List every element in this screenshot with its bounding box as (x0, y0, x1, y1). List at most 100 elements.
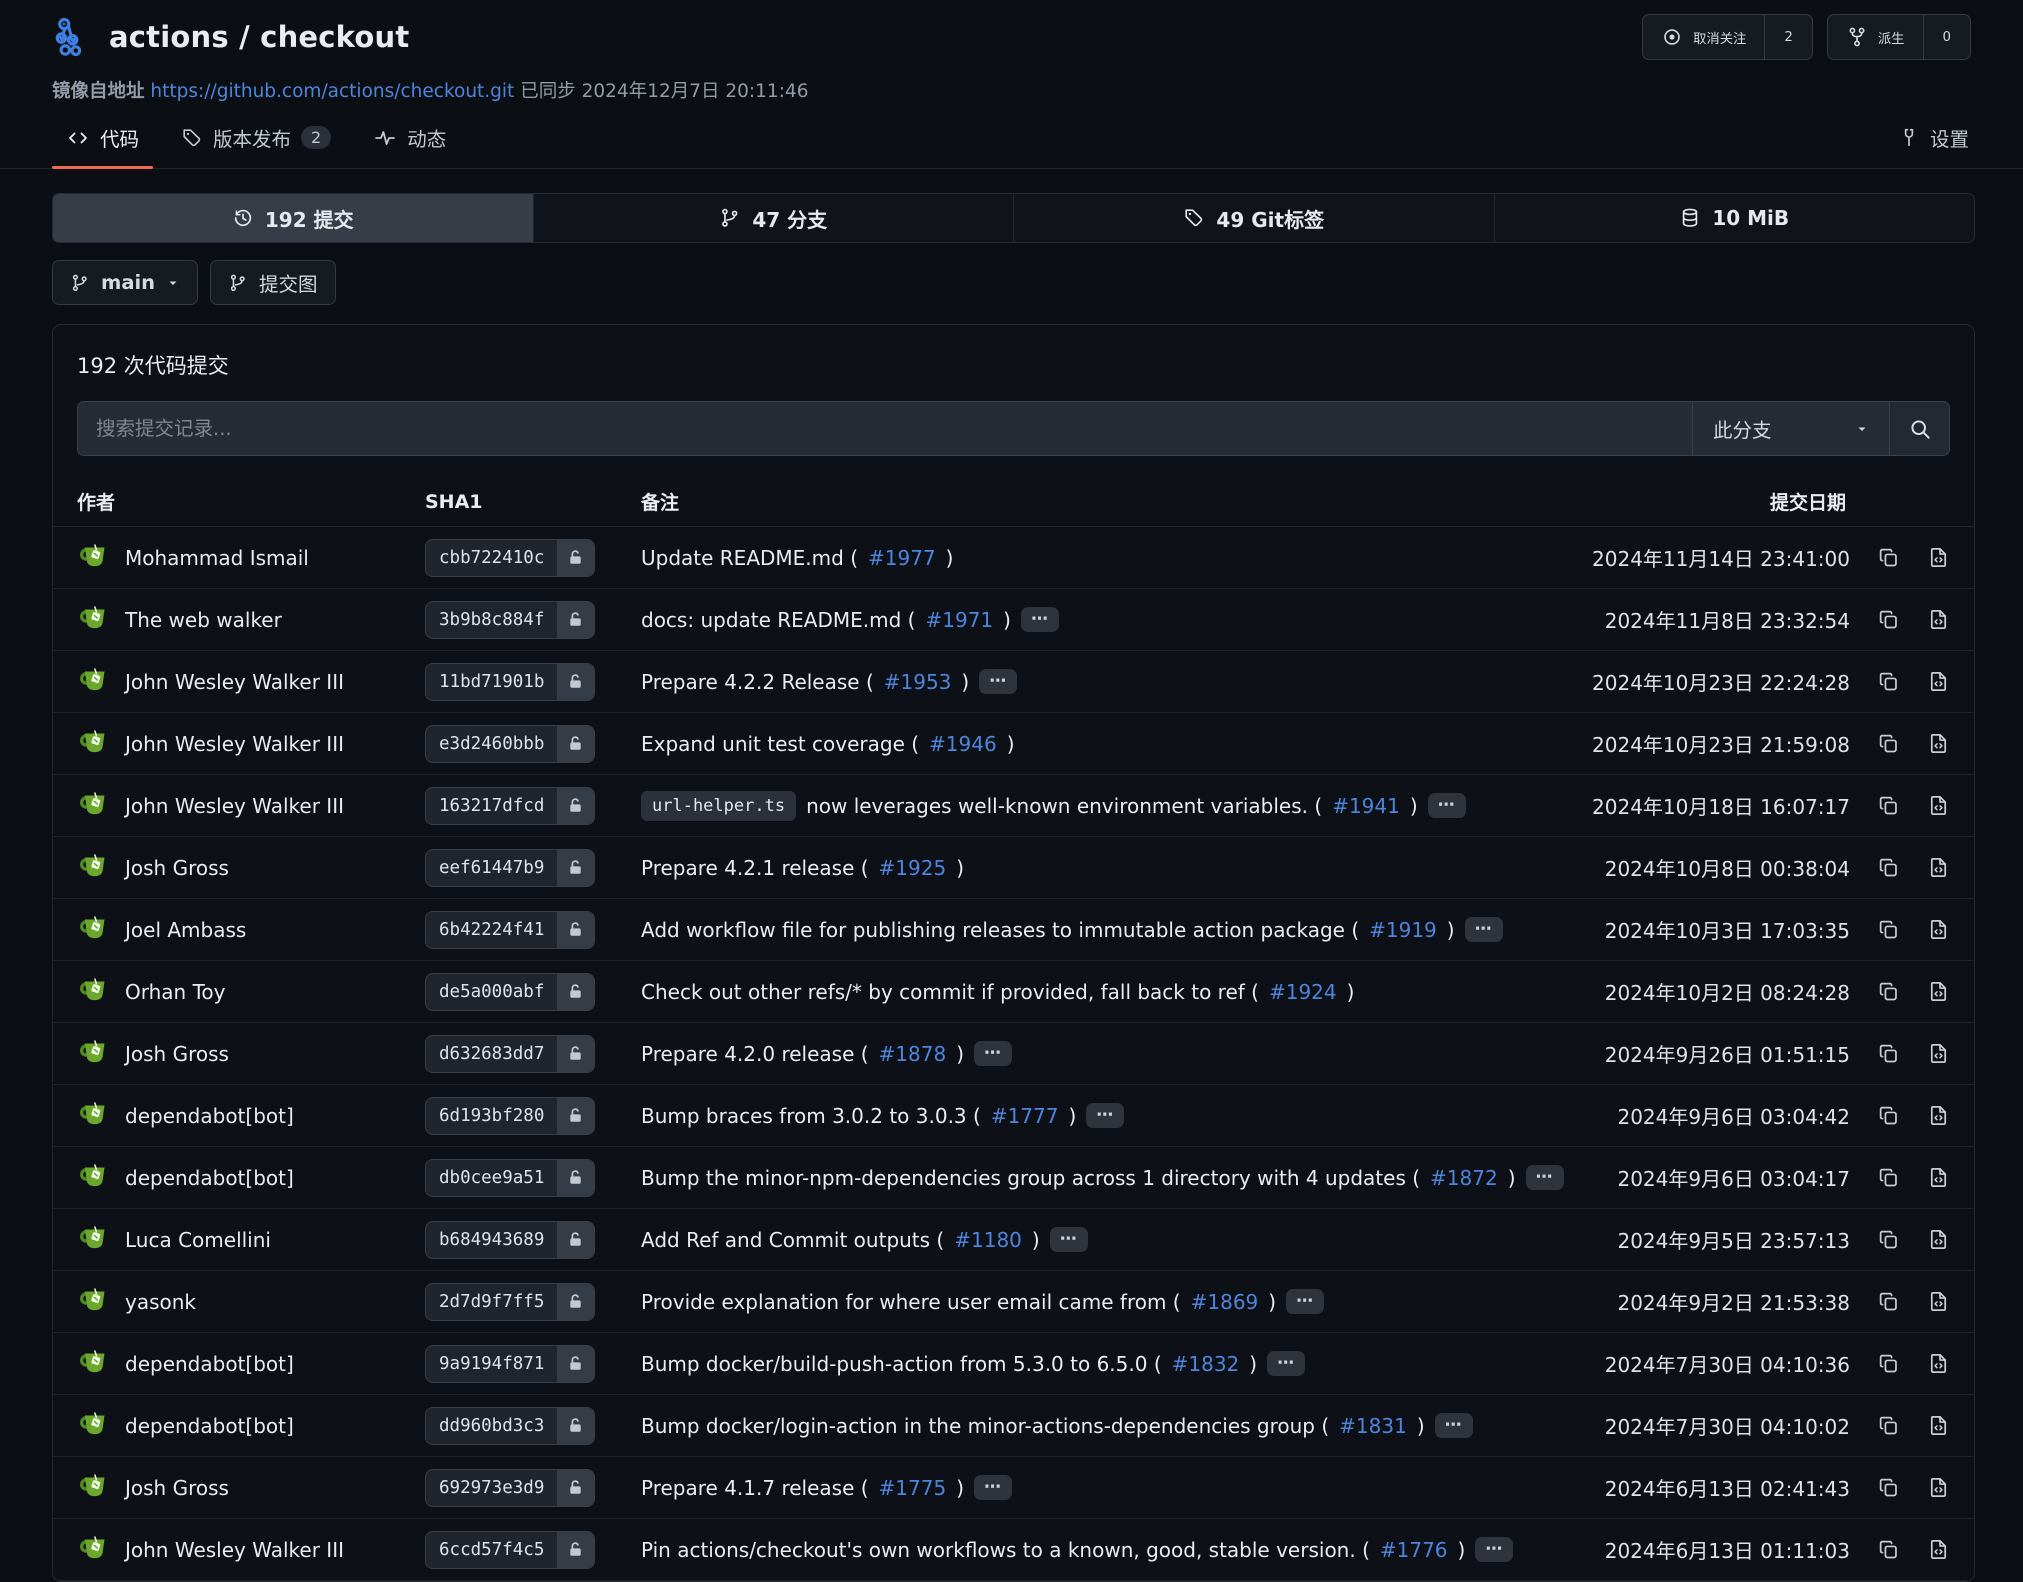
copy-sha-button[interactable] (1877, 1352, 1900, 1375)
view-file-at-commit-button[interactable] (1927, 1042, 1950, 1065)
issue-link[interactable]: #1946 (929, 732, 997, 756)
view-file-at-commit-button[interactable] (1927, 1414, 1950, 1437)
view-file-at-commit-button[interactable] (1927, 856, 1950, 879)
commit-sha-badge[interactable]: 2d7d9f7ff5 (425, 1283, 595, 1321)
view-file-at-commit-button[interactable] (1927, 1538, 1950, 1561)
branch-selector[interactable]: main (52, 260, 198, 305)
expand-commit-button[interactable]: ⋯ (974, 1041, 1012, 1066)
stats-branches[interactable]: 47 分支 (533, 194, 1014, 242)
repo-title[interactable]: actions / checkout (109, 20, 409, 54)
commit-sha-badge[interactable]: 163217dfcd (425, 787, 595, 825)
issue-link[interactable]: #1180 (954, 1228, 1022, 1252)
stats-size[interactable]: 10 MiB (1494, 194, 1975, 242)
commit-graph-button[interactable]: 提交图 (210, 260, 336, 305)
commit-sha-badge[interactable]: eef61447b9 (425, 849, 595, 887)
issue-link[interactable]: #1869 (1191, 1290, 1259, 1314)
view-file-at-commit-button[interactable] (1927, 1104, 1950, 1127)
issue-link[interactable]: #1872 (1430, 1166, 1498, 1190)
view-file-at-commit-button[interactable] (1927, 980, 1950, 1003)
expand-commit-button[interactable]: ⋯ (1021, 607, 1059, 632)
tab-code[interactable]: 代码 (52, 111, 153, 168)
copy-sha-button[interactable] (1877, 794, 1900, 817)
commit-sha-badge[interactable]: d632683dd7 (425, 1035, 595, 1073)
commit-sha-badge[interactable]: db0cee9a51 (425, 1159, 595, 1197)
copy-sha-button[interactable] (1877, 1538, 1900, 1561)
view-file-at-commit-button[interactable] (1927, 1352, 1950, 1375)
commit-sha-badge[interactable]: b684943689 (425, 1221, 595, 1259)
expand-commit-button[interactable]: ⋯ (1286, 1289, 1324, 1314)
issue-link[interactable]: #1776 (1380, 1538, 1448, 1562)
view-file-at-commit-button[interactable] (1927, 1166, 1950, 1189)
copy-sha-button[interactable] (1877, 1042, 1900, 1065)
copy-sha-button[interactable] (1877, 1228, 1900, 1251)
commit-sha-badge[interactable]: 6d193bf280 (425, 1097, 595, 1135)
expand-commit-button[interactable]: ⋯ (1475, 1537, 1513, 1562)
search-button[interactable] (1889, 402, 1949, 455)
mirror-url-link[interactable]: https://github.com/actions/checkout.git (150, 81, 514, 102)
view-file-at-commit-button[interactable] (1927, 608, 1950, 631)
issue-link[interactable]: #1941 (1332, 794, 1400, 818)
copy-sha-button[interactable] (1877, 608, 1900, 631)
copy-sha-button[interactable] (1877, 918, 1900, 941)
copy-sha-button[interactable] (1877, 1414, 1900, 1437)
expand-commit-button[interactable]: ⋯ (1086, 1103, 1124, 1128)
copy-sha-button[interactable] (1877, 1290, 1900, 1313)
expand-commit-button[interactable]: ⋯ (1428, 793, 1466, 818)
commit-sha-badge[interactable]: e3d2460bbb (425, 725, 595, 763)
commit-sha-badge[interactable]: de5a000abf (425, 973, 595, 1011)
view-file-at-commit-button[interactable] (1927, 732, 1950, 755)
expand-commit-button[interactable]: ⋯ (1465, 917, 1503, 942)
view-file-at-commit-button[interactable] (1927, 1290, 1950, 1313)
view-file-at-commit-button[interactable] (1927, 918, 1950, 941)
expand-commit-button[interactable]: ⋯ (1050, 1227, 1088, 1252)
expand-commit-button[interactable]: ⋯ (1526, 1165, 1564, 1190)
issue-link[interactable]: #1878 (879, 1042, 947, 1066)
unwatch-button[interactable]: 取消关注 (1643, 15, 1764, 59)
issue-link[interactable]: #1831 (1339, 1414, 1407, 1438)
commit-sha-badge[interactable]: 692973e3d9 (425, 1469, 595, 1507)
issue-link[interactable]: #1924 (1269, 980, 1337, 1004)
expand-commit-button[interactable]: ⋯ (1435, 1413, 1473, 1438)
tab-activity[interactable]: 动态 (359, 111, 460, 168)
commit-sha-badge[interactable]: 3b9b8c884f (425, 601, 595, 639)
expand-commit-button[interactable]: ⋯ (979, 669, 1017, 694)
view-file-at-commit-button[interactable] (1927, 1228, 1950, 1251)
fork-button[interactable]: 派生 (1828, 15, 1923, 59)
commit-sha-badge[interactable]: 6b42224f41 (425, 911, 595, 949)
copy-sha-button[interactable] (1877, 732, 1900, 755)
copy-sha-button[interactable] (1877, 1476, 1900, 1499)
issue-link[interactable]: #1919 (1369, 918, 1437, 942)
view-file-at-commit-button[interactable] (1927, 546, 1950, 569)
issue-link[interactable]: #1971 (925, 608, 993, 632)
commit-search-input[interactable] (78, 402, 1692, 455)
issue-link[interactable]: #1832 (1172, 1352, 1240, 1376)
expand-commit-button[interactable]: ⋯ (1267, 1351, 1305, 1376)
copy-sha-button[interactable] (1877, 1104, 1900, 1127)
commit-sha-badge[interactable]: dd960bd3c3 (425, 1407, 595, 1445)
expand-commit-button[interactable]: ⋯ (974, 1475, 1012, 1500)
issue-link[interactable]: #1775 (879, 1476, 947, 1500)
view-file-at-commit-button[interactable] (1927, 1476, 1950, 1499)
forks-count[interactable]: 0 (1923, 15, 1970, 59)
issue-link[interactable]: #1953 (884, 670, 952, 694)
tab-settings[interactable]: 设置 (1896, 111, 1971, 168)
view-file-at-commit-button[interactable] (1927, 670, 1950, 693)
issue-link[interactable]: #1925 (879, 856, 947, 880)
stats-commits[interactable]: 192 提交 (53, 194, 533, 242)
commit-sha-badge[interactable]: 6ccd57f4c5 (425, 1531, 595, 1569)
issue-link[interactable]: #1977 (868, 546, 936, 570)
branch-scope-dropdown[interactable]: 此分支 (1692, 402, 1889, 455)
stats-tags[interactable]: 49 Git标签 (1013, 194, 1494, 242)
commit-sha-badge[interactable]: 11bd71901b (425, 663, 595, 701)
view-file-at-commit-button[interactable] (1927, 794, 1950, 817)
copy-sha-button[interactable] (1877, 670, 1900, 693)
commit-sha-badge[interactable]: cbb722410c (425, 539, 595, 577)
watchers-count[interactable]: 2 (1764, 15, 1811, 59)
copy-sha-button[interactable] (1877, 980, 1900, 1003)
copy-sha-button[interactable] (1877, 856, 1900, 879)
tab-releases[interactable]: 版本发布 2 (167, 111, 345, 168)
copy-sha-button[interactable] (1877, 1166, 1900, 1189)
commit-sha-badge[interactable]: 9a9194f871 (425, 1345, 595, 1383)
copy-sha-button[interactable] (1877, 546, 1900, 569)
issue-link[interactable]: #1777 (991, 1104, 1059, 1128)
